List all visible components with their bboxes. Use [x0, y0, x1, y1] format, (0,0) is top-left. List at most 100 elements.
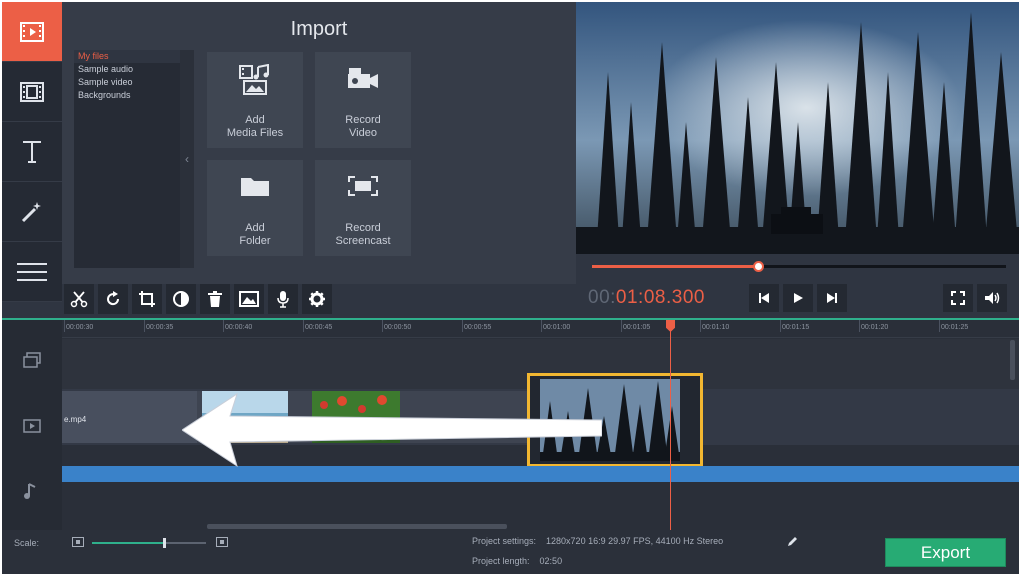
- file-category-sample-audio[interactable]: Sample audio: [74, 63, 180, 76]
- sidebar-item-effects[interactable]: [2, 182, 62, 242]
- ruler-tick: 00:01:15: [779, 320, 810, 332]
- playback-progress-bar[interactable]: [592, 261, 1006, 272]
- file-category-list: My files Sample audio Sample video Backg…: [74, 50, 180, 268]
- ruler-tick: 00:00:45: [302, 320, 333, 332]
- file-category-backgrounds[interactable]: Backgrounds: [74, 89, 180, 102]
- rotate-icon: [107, 291, 120, 306]
- ruler-tick: 00:01:20: [858, 320, 889, 332]
- gear-icon: [309, 291, 325, 307]
- color-adjust-button[interactable]: [166, 284, 196, 314]
- project-settings-value: 1280x720 16:9 29.97 FPS, 44100 Hz Stereo: [546, 536, 724, 546]
- zoom-in-icon[interactable]: [216, 537, 228, 547]
- file-category-sample-video[interactable]: Sample video: [74, 76, 180, 89]
- insert-image-button[interactable]: [234, 284, 264, 314]
- add-media-files-label: Add Media Files: [226, 114, 284, 139]
- ruler-tick: 00:01:25: [938, 320, 969, 332]
- clip-filename: e.mp4: [64, 415, 87, 424]
- timeline-ruler[interactable]: 00:00:30 00:00:35 00:00:40 00:00:45 00:0…: [62, 320, 1019, 338]
- filters-icon: [20, 81, 44, 102]
- music-track[interactable]: [62, 482, 1019, 530]
- project-length-label: Project length:: [472, 556, 530, 566]
- sidebar-item-import[interactable]: [2, 2, 62, 62]
- chevron-left-icon: ‹: [185, 152, 189, 166]
- video-preview[interactable]: [576, 2, 1019, 254]
- screencast-icon: [348, 176, 378, 196]
- scale-slider-handle[interactable]: [162, 538, 166, 548]
- ruler-tick: 00:00:30: [63, 320, 94, 332]
- record-screencast-button[interactable]: Record Screencast: [315, 160, 411, 256]
- effects-wand-icon: [21, 201, 41, 222]
- ruler-tick: 00:01:05: [620, 320, 651, 332]
- sidebar-item-filters[interactable]: [2, 62, 62, 122]
- video-clip[interactable]: e.mp4: [62, 391, 197, 443]
- project-settings: Project settings: 1280x720 16:9 29.97 FPS…: [472, 536, 723, 546]
- ruler-tick: 00:01:10: [699, 320, 730, 332]
- export-button[interactable]: Export: [885, 538, 1006, 567]
- microphone-icon: [277, 291, 289, 308]
- import-film-icon: [20, 21, 44, 42]
- record-video-icon: [348, 68, 378, 88]
- timeline: 00:00:30 00:00:35 00:00:40 00:00:45 00:0…: [2, 318, 1019, 530]
- split-button[interactable]: [64, 284, 94, 314]
- timecode-current: 01:08.300: [615, 287, 705, 308]
- record-video-label: Record Video: [345, 114, 381, 139]
- status-bar: Scale: Project settings: 1280x720 16:9 29…: [2, 530, 1019, 574]
- add-media-files-button[interactable]: Add Media Files: [207, 52, 303, 148]
- titles-icon: [23, 140, 41, 163]
- media-files-icon: [239, 64, 269, 95]
- delete-button[interactable]: [200, 284, 230, 314]
- record-video-button[interactable]: Record Video: [315, 52, 411, 148]
- add-folder-label: Add Folder: [239, 222, 271, 247]
- sidebar-item-titles[interactable]: [2, 122, 62, 182]
- playhead[interactable]: [666, 320, 675, 530]
- volume-button[interactable]: [977, 284, 1007, 312]
- record-audio-button[interactable]: [268, 284, 298, 314]
- player-controls: 00:01:08.300: [576, 254, 1019, 318]
- collapse-list-button[interactable]: ‹: [180, 50, 194, 268]
- sidebar: [2, 2, 62, 302]
- ruler-tick: 00:00:55: [461, 320, 492, 332]
- record-screencast-label: Record Screencast: [335, 222, 391, 247]
- timeline-horizontal-scrollbar[interactable]: [207, 524, 507, 529]
- timecode-hours: 00:: [588, 287, 616, 308]
- timecode-display: 00:01:08.300: [588, 287, 705, 309]
- scissors-icon: [70, 291, 88, 308]
- scale-label: Scale:: [14, 538, 40, 548]
- skip-back-icon: [759, 293, 769, 303]
- ruler-tick: 00:01:00: [540, 320, 571, 332]
- ruler-tick: 00:00:40: [222, 320, 253, 332]
- volume-icon: [985, 292, 1000, 304]
- clip-properties-button[interactable]: [302, 284, 332, 314]
- forest-preview-image: [576, 2, 1019, 254]
- contrast-icon: [173, 291, 189, 307]
- next-frame-button[interactable]: [817, 284, 847, 312]
- timeline-vertical-scrollbar[interactable]: [1010, 340, 1015, 380]
- rotate-button[interactable]: [98, 284, 128, 314]
- zoom-out-icon[interactable]: [72, 537, 84, 547]
- fullscreen-icon: [951, 291, 965, 305]
- pencil-edit-icon[interactable]: [787, 535, 799, 547]
- music-track-icon: [24, 483, 36, 499]
- project-settings-label: Project settings:: [472, 536, 537, 546]
- fullscreen-button[interactable]: [943, 284, 973, 312]
- play-button[interactable]: [783, 284, 813, 312]
- scale-slider[interactable]: [92, 538, 206, 548]
- scale-slider-fill: [92, 542, 164, 544]
- project-length-value: 02:50: [539, 556, 563, 566]
- previous-frame-button[interactable]: [749, 284, 779, 312]
- play-icon: [794, 293, 803, 303]
- image-icon: [239, 291, 259, 307]
- crop-icon: [139, 291, 155, 307]
- playback-progress-fill: [592, 265, 758, 268]
- crop-button[interactable]: [132, 284, 162, 314]
- folder-icon: [241, 178, 269, 196]
- playback-progress-handle[interactable]: [752, 261, 764, 272]
- video-editor-window: Import My files Sample audio Sample vide…: [2, 2, 1019, 574]
- trash-icon: [208, 291, 222, 307]
- import-panel: Import My files Sample audio Sample vide…: [62, 2, 576, 284]
- video-track-icon: [23, 419, 41, 433]
- file-category-my-files[interactable]: My files: [74, 50, 180, 63]
- add-folder-button[interactable]: Add Folder: [207, 160, 303, 256]
- track-headers: [2, 320, 62, 530]
- sidebar-item-menu[interactable]: [2, 242, 62, 302]
